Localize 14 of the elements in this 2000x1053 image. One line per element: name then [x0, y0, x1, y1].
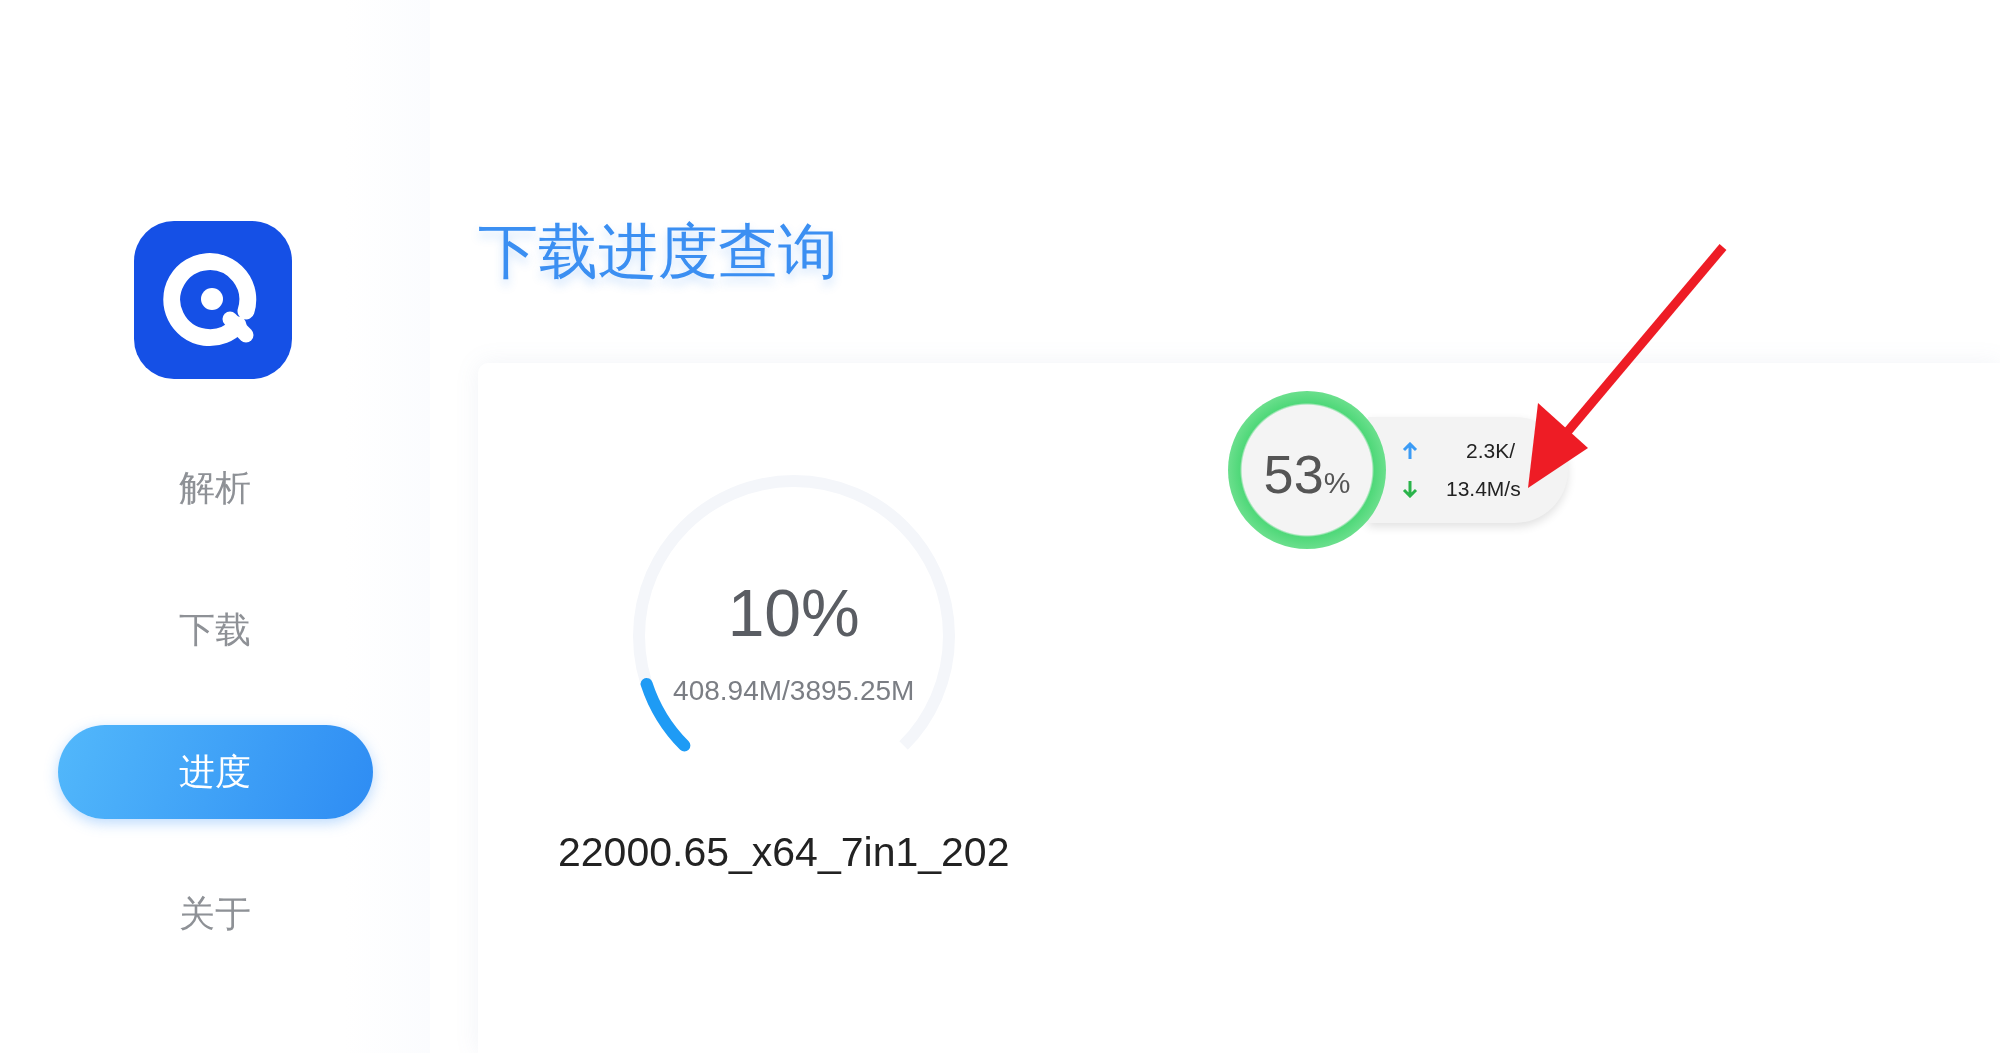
downloaded-size: 408.94M/3895.25M: [673, 675, 915, 707]
download-arrow-icon: [1402, 480, 1418, 498]
percent-sign: %: [1323, 466, 1351, 500]
nav-item[interactable]: 进度: [57, 725, 373, 819]
usage-percent: 53: [1263, 443, 1324, 505]
nav-item[interactable]: 下载: [57, 583, 373, 677]
nav-item[interactable]: 关于: [57, 867, 373, 961]
file-name: 22000.65_x64_7in1_202: [558, 829, 1010, 876]
nav-item[interactable]: 解析: [57, 441, 373, 535]
progress-percent: 10%: [727, 575, 860, 651]
upload-arrow-icon: [1402, 442, 1418, 460]
upload-speed: 2.3K/: [1466, 439, 1516, 463]
download-speed: 13.4M/s: [1446, 477, 1521, 501]
page-title: 下载进度查询: [478, 217, 839, 287]
